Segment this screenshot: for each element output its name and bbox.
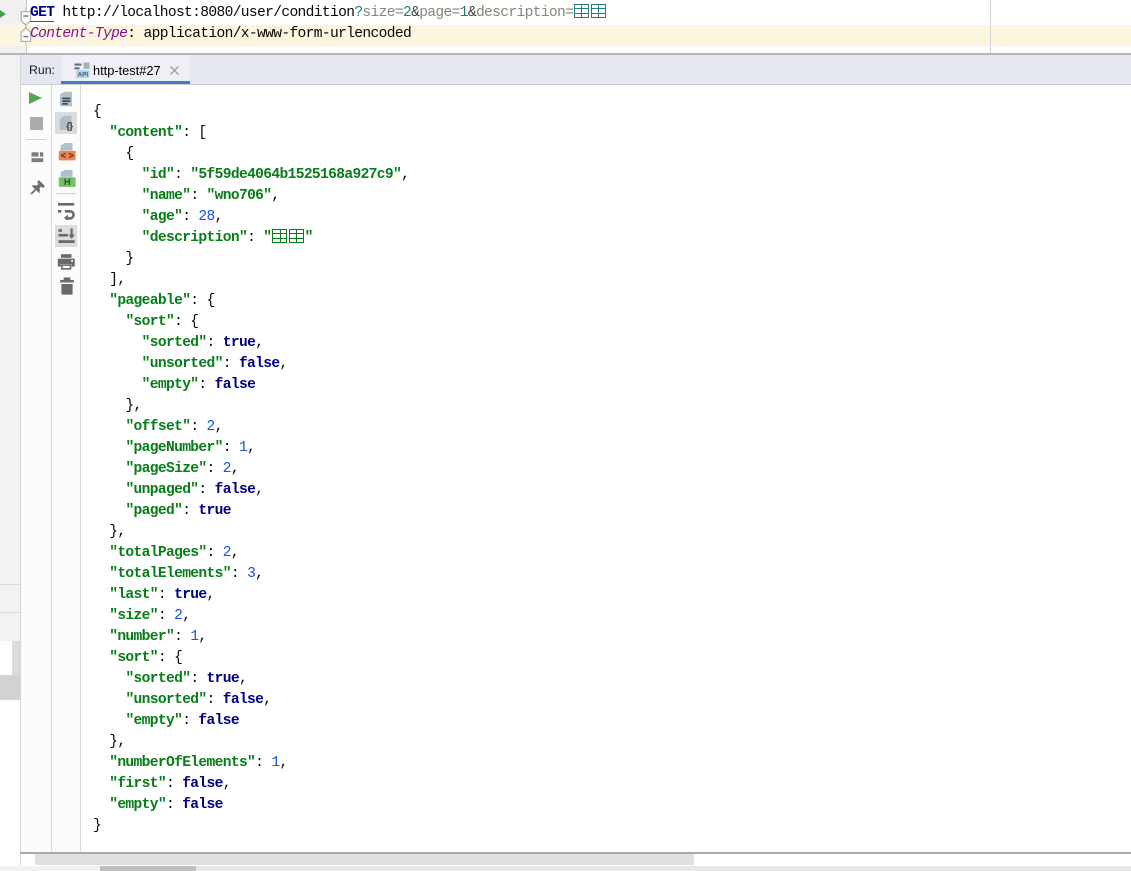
- svg-text:< >: < >: [61, 151, 74, 161]
- svg-text:H: H: [64, 176, 71, 187]
- svg-text:API: API: [77, 71, 88, 78]
- svg-text:{}: {}: [66, 121, 73, 131]
